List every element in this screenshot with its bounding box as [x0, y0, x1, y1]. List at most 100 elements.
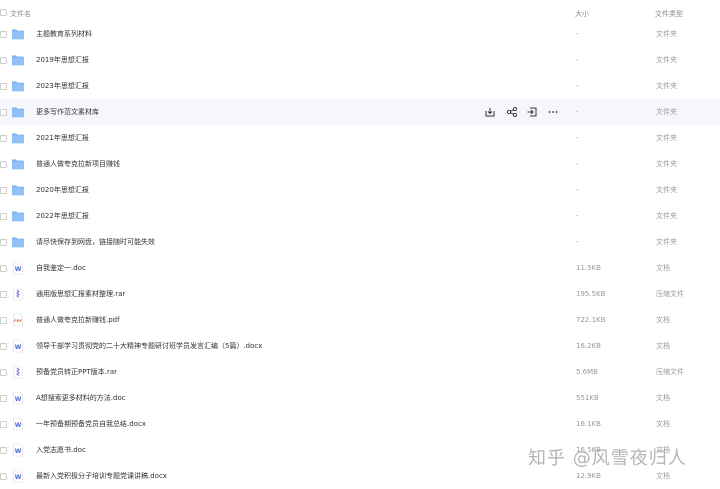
- file-row[interactable]: 2023年思想汇报 - 文件夹: [0, 73, 720, 99]
- file-type: 文档: [656, 316, 670, 324]
- move-icon[interactable]: [526, 106, 538, 118]
- file-type: 文件夹: [656, 82, 677, 90]
- file-type: 压缩文件: [656, 290, 684, 298]
- file-name[interactable]: 2019年思想汇报: [36, 55, 89, 65]
- file-name[interactable]: 请尽快保存到网盘，链接随时可能失效: [36, 237, 155, 247]
- file-row[interactable]: 主题教育系列材料 - 文件夹: [0, 21, 720, 47]
- select-all-checkbox[interactable]: [0, 9, 7, 16]
- svg-text:PDF: PDF: [14, 319, 23, 323]
- file-name[interactable]: 入党志愿书.doc: [36, 445, 86, 455]
- file-size: 12.9KB: [576, 472, 601, 480]
- row-checkbox[interactable]: [0, 317, 7, 324]
- file-row[interactable]: 预备党员转正PPT版本.rar 5.6MB 压缩文件: [0, 359, 720, 385]
- file-row[interactable]: 2021年思想汇报 - 文件夹: [0, 125, 720, 151]
- file-type: 文档: [656, 342, 670, 350]
- file-size: 5.6MB: [576, 368, 598, 376]
- file-size: 195.5KB: [576, 290, 606, 298]
- file-name[interactable]: 领导干部学习贯彻党的二十大精神专题研讨班学员发言汇编（5篇）.docx: [36, 341, 262, 351]
- row-checkbox[interactable]: [0, 109, 7, 116]
- more-icon[interactable]: [547, 106, 559, 118]
- file-name[interactable]: 普通人做夸克拉新项目赚钱: [36, 159, 120, 169]
- file-name[interactable]: 预备党员转正PPT版本.rar: [36, 367, 117, 377]
- file-name[interactable]: 普通人做夸克拉新赚钱.pdf: [36, 315, 120, 325]
- svg-text:W: W: [15, 266, 22, 273]
- file-row[interactable]: W A想搜索更多材料的方法.doc 551KB 文档: [0, 385, 720, 411]
- file-type: 压缩文件: [656, 368, 684, 376]
- file-row[interactable]: 请尽快保存到网盘，链接随时可能失效 - 文件夹: [0, 229, 720, 255]
- column-header-size[interactable]: 大小: [575, 9, 589, 19]
- row-checkbox[interactable]: [0, 187, 7, 194]
- row-checkbox[interactable]: [0, 161, 7, 168]
- file-row[interactable]: W 自我鉴定一.doc 11.5KB 文档: [0, 255, 720, 281]
- file-size: -: [576, 134, 579, 142]
- file-name[interactable]: 一年预备期预备党员自我总结.docx: [36, 419, 146, 429]
- word-doc-icon: W: [11, 443, 25, 457]
- row-checkbox[interactable]: [0, 447, 7, 454]
- row-checkbox[interactable]: [0, 369, 7, 376]
- file-name[interactable]: 2023年思想汇报: [36, 81, 89, 91]
- file-name[interactable]: 2022年思想汇报: [36, 211, 89, 221]
- folder-icon: [11, 53, 25, 67]
- svg-text:W: W: [15, 448, 22, 455]
- row-checkbox[interactable]: [0, 473, 7, 480]
- file-type: 文件夹: [656, 56, 677, 64]
- file-row[interactable]: 更多写作范文素材库 - 文件夹: [0, 99, 720, 125]
- file-size: -: [576, 82, 579, 90]
- row-checkbox[interactable]: [0, 83, 7, 90]
- file-size: -: [576, 160, 579, 168]
- file-type: 文档: [656, 264, 670, 272]
- file-row[interactable]: 通用版思想汇报素材整理.rar 195.5KB 压缩文件: [0, 281, 720, 307]
- row-checkbox[interactable]: [0, 421, 7, 428]
- watermark: 知乎 @风雪夜归人: [528, 448, 687, 469]
- folder-icon: [11, 157, 25, 171]
- file-name[interactable]: 自我鉴定一.doc: [36, 263, 86, 273]
- column-header-name[interactable]: 文件名: [10, 9, 31, 19]
- file-size: 16.1KB: [576, 420, 601, 428]
- column-header-type[interactable]: 文件类型: [655, 9, 683, 19]
- file-type: 文档: [656, 420, 670, 428]
- row-checkbox[interactable]: [0, 291, 7, 298]
- file-row[interactable]: 2020年思想汇报 - 文件夹: [0, 177, 720, 203]
- file-row[interactable]: W 领导干部学习贯彻党的二十大精神专题研讨班学员发言汇编（5篇）.docx 16.2…: [0, 333, 720, 359]
- file-row[interactable]: 2019年思想汇报 - 文件夹: [0, 47, 720, 73]
- file-size: -: [576, 212, 579, 220]
- pdf-icon: PDF: [11, 313, 25, 327]
- file-name[interactable]: 最新入党积极分子培训专题党课讲稿.docx: [36, 471, 167, 481]
- file-row[interactable]: 2022年思想汇报 - 文件夹: [0, 203, 720, 229]
- word-doc-icon: W: [11, 391, 25, 405]
- file-type: 文档: [656, 472, 670, 480]
- file-size: -: [576, 30, 579, 38]
- word-doc-icon: W: [11, 339, 25, 353]
- file-name[interactable]: A想搜索更多材料的方法.doc: [36, 393, 126, 403]
- share-icon[interactable]: [506, 106, 518, 118]
- row-checkbox[interactable]: [0, 395, 7, 402]
- row-checkbox[interactable]: [0, 265, 7, 272]
- row-checkbox[interactable]: [0, 213, 7, 220]
- file-type: 文件夹: [656, 160, 677, 168]
- file-type: 文档: [656, 394, 670, 402]
- row-checkbox[interactable]: [0, 239, 7, 246]
- folder-icon: [11, 131, 25, 145]
- file-name[interactable]: 2021年思想汇报: [36, 133, 89, 143]
- file-name[interactable]: 更多写作范文素材库: [36, 107, 99, 117]
- file-row[interactable]: 普通人做夸克拉新项目赚钱 - 文件夹: [0, 151, 720, 177]
- file-row[interactable]: PDF 普通人做夸克拉新赚钱.pdf 722.1KB 文档: [0, 307, 720, 333]
- word-doc-icon: W: [11, 469, 25, 483]
- folder-icon: [11, 27, 25, 41]
- file-size: -: [576, 108, 579, 116]
- file-name[interactable]: 2020年思想汇报: [36, 185, 89, 195]
- folder-icon: [11, 79, 25, 93]
- folder-icon: [11, 183, 25, 197]
- file-name[interactable]: 主题教育系列材料: [36, 29, 92, 39]
- file-row[interactable]: W 一年预备期预备党员自我总结.docx 16.1KB 文档: [0, 411, 720, 437]
- file-name[interactable]: 通用版思想汇报素材整理.rar: [36, 289, 125, 299]
- row-checkbox[interactable]: [0, 135, 7, 142]
- folder-icon: [11, 235, 25, 249]
- svg-text:W: W: [15, 474, 22, 481]
- rar-archive-icon: [11, 365, 25, 379]
- row-checkbox[interactable]: [0, 57, 7, 64]
- word-doc-icon: W: [11, 261, 25, 275]
- download-icon[interactable]: [484, 106, 496, 118]
- row-checkbox[interactable]: [0, 343, 7, 350]
- row-checkbox[interactable]: [0, 31, 7, 38]
